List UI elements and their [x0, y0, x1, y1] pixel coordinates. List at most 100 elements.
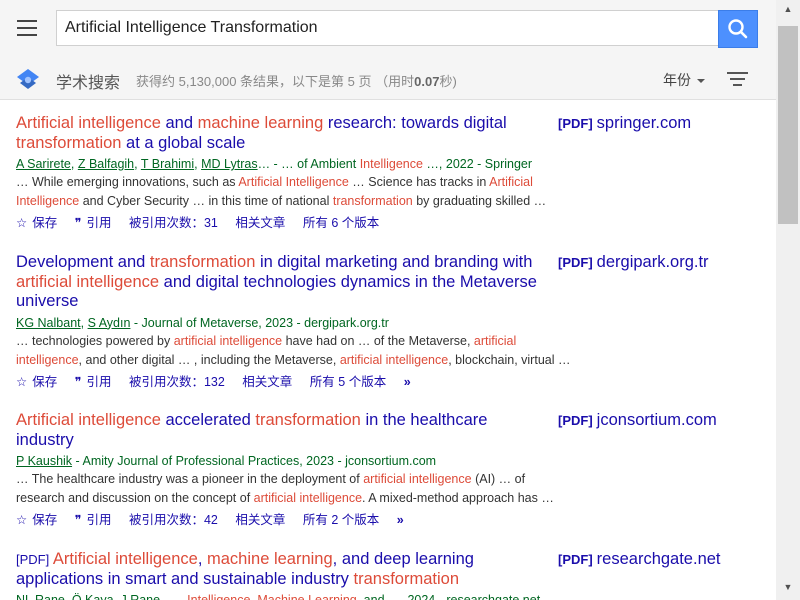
text-segment: , blockchain, virtual …: [448, 352, 571, 367]
all-versions-link[interactable]: 所有 5 个版本: [310, 375, 386, 389]
text-segment: and Cyber Security … in this time of nat…: [79, 194, 333, 208]
cited-by-link[interactable]: 被引用次数：42: [129, 513, 218, 527]
cite-label: 引用: [86, 513, 112, 527]
cited-by-link[interactable]: 被引用次数：132: [129, 375, 225, 389]
results-header: 学术搜索 获得约 5,130,000 条结果，以下是第 5 页 （用时0.07秒…: [0, 58, 776, 100]
star-icon: ☆: [16, 374, 28, 389]
author-link[interactable]: Ö Kaya: [72, 593, 114, 600]
result-actions: ☆ 保存 ❞ 引用 被引用次数：42 相关文章 所有 2 个版本 »: [16, 509, 756, 528]
highlighted-term: machine learning: [197, 114, 324, 132]
save-button[interactable]: ☆ 保存: [16, 216, 57, 230]
cite-button[interactable]: ❞ 引用: [75, 216, 112, 230]
star-icon: ☆: [16, 216, 28, 230]
highlighted-term: artificial intelligence: [173, 333, 283, 348]
text-segment: - Amity Journal of Professional Practice…: [72, 454, 437, 468]
result-title-link[interactable]: Development and transformation in digita…: [16, 253, 546, 312]
result-authors: A Sarirete, Z Balfagih, T Brahimi, MD Ly…: [16, 157, 756, 171]
vertical-scrollbar[interactable]: ▲ ▼: [776, 0, 800, 600]
result-snippet: … technologies powered by artificial int…: [16, 332, 576, 370]
author-link[interactable]: T Brahimi: [141, 157, 194, 171]
result-actions: ☆ 保存 ❞ 引用 被引用次数：31 相关文章 所有 6 个版本: [16, 212, 756, 231]
all-versions-link[interactable]: 所有 2 个版本: [303, 513, 379, 527]
highlighted-term: artificial intelligence: [253, 491, 363, 505]
related-articles-link[interactable]: 相关文章: [242, 375, 292, 389]
save-label: 保存: [32, 513, 58, 527]
text-segment: …, 2022 - Springer: [422, 157, 533, 171]
highlighted-term: transformation: [353, 569, 459, 588]
highlighted-term: transformation: [255, 411, 361, 429]
related-articles-link[interactable]: 相关文章: [235, 513, 285, 527]
author-separator: ,: [134, 157, 141, 171]
author-link[interactable]: NL Rane: [16, 593, 65, 600]
text-segment: - Journal of Metaverse, 2023 - dergipark…: [130, 315, 389, 330]
related-articles-link[interactable]: 相关文章: [235, 216, 285, 230]
text-segment: , and other digital … , including the Me…: [78, 352, 340, 367]
text-segment: … - … of Ambient: [257, 157, 360, 171]
text-segment: have had on … of the Metaverse,: [282, 333, 474, 348]
highlighted-term: machine learning: [207, 550, 333, 568]
pdf-link[interactable]: [PDF] springer.com: [558, 114, 691, 133]
scrollbar-thumb[interactable]: [778, 26, 798, 224]
text-segment: … Science has tracks in: [348, 175, 490, 189]
cite-label: 引用: [86, 216, 112, 230]
source-domain: jconsortium.com: [596, 411, 717, 429]
author-link[interactable]: MD Lytras: [201, 157, 258, 171]
cite-button[interactable]: ❞ 引用: [75, 375, 112, 389]
save-button[interactable]: ☆ 保存: [16, 375, 57, 389]
scroll-down-arrow-icon[interactable]: ▼: [776, 578, 800, 596]
top-bar: [0, 0, 776, 58]
author-link[interactable]: S Aydın: [88, 316, 131, 330]
pdf-link[interactable]: [PDF] researchgate.net: [558, 550, 721, 569]
year-filter-label: 年份: [663, 72, 691, 88]
result-title-link[interactable]: [PDF] Artificial intelligence, machine l…: [16, 550, 546, 589]
result-item: [PDF] Artificial intelligence, machine l…: [16, 550, 756, 600]
pdf-tag: [PDF]: [558, 413, 593, 428]
author-link[interactable]: J Rane: [120, 593, 160, 600]
stats-time: 0.07: [414, 74, 440, 89]
double-chevron-icon[interactable]: »: [397, 513, 404, 527]
year-filter-dropdown[interactable]: 年份: [663, 70, 705, 90]
highlighted-term: Artificial intelligence: [52, 550, 198, 568]
scholar-cap-icon[interactable]: [16, 68, 40, 90]
highlighted-term: transformation: [16, 133, 122, 152]
cite-label: 引用: [86, 374, 112, 389]
highlighted-term: Artificial intelligence: [16, 114, 161, 132]
hamburger-icon[interactable]: [14, 16, 40, 40]
caret-down-icon: [697, 79, 705, 84]
save-label: 保存: [32, 374, 58, 389]
text-segment: - …: [160, 593, 188, 600]
text-segment: accelerated: [160, 411, 256, 429]
brand-label[interactable]: 学术搜索: [56, 69, 120, 93]
result-snippet: … While emerging innovations, such as Ar…: [16, 173, 576, 211]
text-segment: Development and: [16, 253, 150, 271]
result-title-link[interactable]: Artificial intelligence accelerated tran…: [16, 411, 546, 450]
author-link[interactable]: Z Balfagih: [78, 157, 134, 171]
search-button[interactable]: [718, 10, 758, 48]
scroll-up-arrow-icon[interactable]: ▲: [776, 0, 800, 18]
pdf-tag: [PDF]: [558, 255, 593, 270]
pdf-link[interactable]: [PDF] dergipark.org.tr: [558, 253, 709, 272]
double-chevron-icon[interactable]: »: [404, 375, 411, 389]
all-versions-link[interactable]: 所有 6 个版本: [303, 216, 379, 230]
save-label: 保存: [32, 216, 58, 230]
author-link[interactable]: A Sarirete: [16, 157, 71, 171]
highlighted-term: transformation: [332, 194, 413, 208]
result-stats: 获得约 5,130,000 条结果，以下是第 5 页 （用时0.07秒): [136, 71, 457, 90]
author-link[interactable]: P Kaushik: [16, 454, 72, 468]
result-title-link[interactable]: Artificial intelligence and machine lear…: [16, 114, 546, 153]
save-button[interactable]: ☆ 保存: [16, 513, 57, 527]
cited-by-link[interactable]: 被引用次数：31: [129, 216, 218, 230]
result-item: Development and transformation in digita…: [16, 253, 756, 390]
pdf-link[interactable]: [PDF] jconsortium.com: [558, 411, 717, 430]
highlighted-term: artificial intelligence: [339, 352, 449, 367]
cite-button[interactable]: ❞ 引用: [75, 513, 112, 527]
author-separator: ,: [64, 593, 72, 600]
quote-icon: ❞: [74, 513, 82, 527]
author-separator: ,: [80, 315, 88, 330]
result-authors: P Kaushik - Amity Journal of Professiona…: [16, 454, 756, 468]
sort-lines-icon[interactable]: [727, 71, 749, 87]
result-authors: KG Nalbant, S Aydın - Journal of Metaver…: [16, 316, 756, 330]
pdf-tag: [PDF]: [558, 552, 593, 567]
search-input[interactable]: [56, 10, 718, 46]
author-link[interactable]: KG Nalbant: [16, 316, 81, 330]
